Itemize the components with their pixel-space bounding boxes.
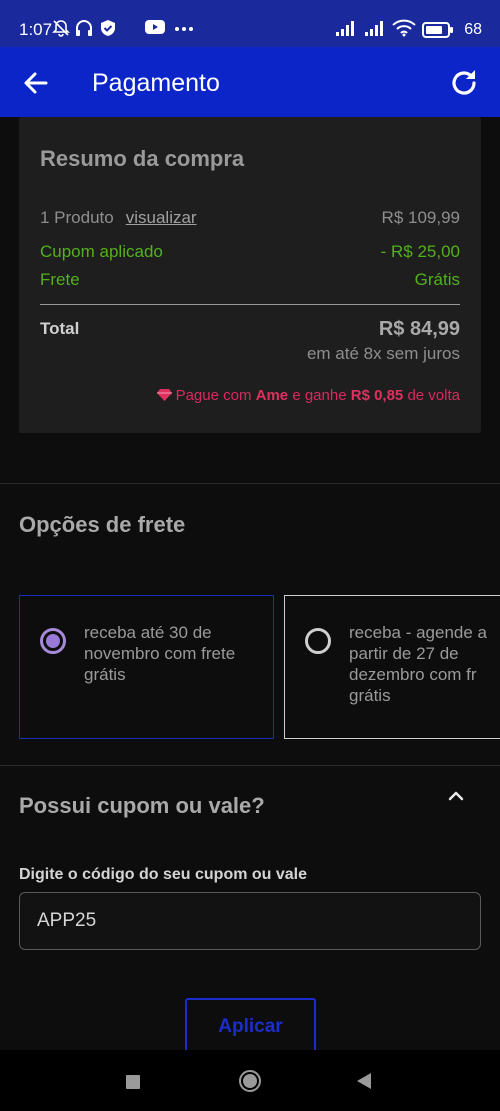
ame-cashback-value: R$ 0,85	[350, 387, 404, 404]
apply-coupon-button[interactable]: Aplicar	[185, 998, 316, 1054]
total-value: R$ 84,99	[378, 318, 460, 340]
youtube-icon	[145, 20, 165, 34]
shipping-option-text: receba - agende a partir de 27 de dezemb…	[349, 623, 487, 705]
coupon-field-label: Digite o código do seu cupom ou vale	[19, 866, 308, 883]
order-summary-card: Resumo da compra 1 Produto visualizar R$ …	[19, 117, 481, 433]
product-count: 1 Produto	[40, 208, 114, 227]
signal-icon	[365, 21, 383, 36]
total-label: Total	[40, 319, 80, 338]
view-products-link[interactable]: visualizar	[126, 208, 197, 227]
shipping-label: Frete	[40, 270, 80, 289]
mute-bell-icon	[52, 20, 70, 37]
page-title: Pagamento	[92, 69, 220, 97]
wifi-icon	[392, 19, 416, 37]
recents-icon[interactable]	[125, 1074, 141, 1090]
more-dots-icon	[175, 27, 193, 31]
ame-cashback-banner: Pague com Ame e ganhe R$ 0,85 de volta	[156, 387, 460, 404]
summary-title: Resumo da compra	[40, 146, 245, 171]
status-time: 1:07	[19, 20, 53, 39]
chevron-up-icon[interactable]	[446, 789, 466, 803]
battery-percentage: 68	[464, 21, 482, 38]
shipping-option-1[interactable]: receba até 30 de novembro com frete grát…	[19, 595, 274, 739]
arrow-left-icon[interactable]	[22, 69, 50, 97]
summary-divider	[40, 304, 460, 305]
shipping-option-2[interactable]: receba - agende a partir de 27 de dezemb…	[284, 595, 500, 739]
shipping-options-title: Opções de frete	[19, 512, 186, 537]
radio-unselected-icon[interactable]	[305, 628, 331, 654]
ame-brand: Ame	[255, 387, 289, 404]
headset-icon	[76, 20, 92, 36]
home-icon[interactable]	[238, 1069, 262, 1093]
status-bar: 1:07 68	[0, 0, 500, 47]
coupon-section-title[interactable]: Possui cupom ou vale?	[19, 793, 265, 819]
coupon-discount-value: - R$ 25,00	[380, 242, 460, 261]
back-triangle-icon[interactable]	[355, 1072, 373, 1090]
installments-text: em até 8x sem juros	[306, 344, 460, 363]
coupon-code-input[interactable]	[19, 892, 481, 950]
signal-icon	[336, 21, 354, 36]
shipping-option-text: receba até 30 de novembro com frete grát…	[84, 623, 236, 684]
section-divider	[0, 765, 500, 766]
refresh-icon[interactable]	[448, 67, 480, 99]
radio-selected-icon[interactable]	[40, 628, 66, 654]
gem-icon	[156, 389, 172, 401]
section-divider	[0, 483, 500, 484]
shipping-value: Grátis	[414, 270, 460, 289]
product-price: R$ 109,99	[381, 208, 460, 227]
system-nav-bar	[0, 1050, 500, 1111]
battery-icon	[422, 22, 453, 38]
coupon-applied-label: Cupom aplicado	[40, 242, 163, 261]
app-bar: Pagamento	[0, 47, 500, 117]
shield-icon	[101, 20, 115, 36]
